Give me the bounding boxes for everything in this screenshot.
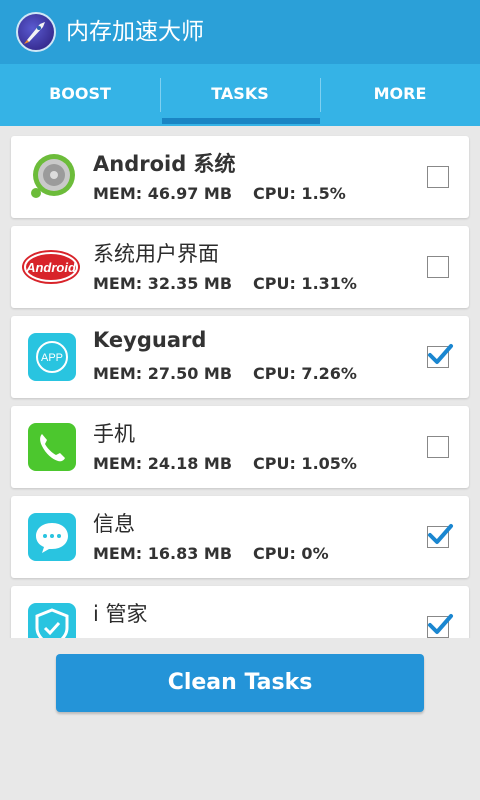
svg-text:APP: APP	[41, 352, 63, 364]
task-item[interactable]: 信息 MEM: 16.83 MB CPU: 0%	[11, 496, 469, 578]
bottom-bar: Clean Tasks	[0, 638, 480, 800]
shield-check-icon	[27, 602, 77, 638]
tab-tasks[interactable]: TASKS	[160, 64, 320, 126]
android-system-icon	[27, 152, 77, 202]
task-cpu: CPU: 0%	[253, 544, 329, 563]
app-icon: APP	[27, 332, 77, 382]
task-item[interactable]: i 管家	[11, 586, 469, 638]
task-cpu: CPU: 7.26%	[253, 364, 357, 383]
checkmark-icon	[428, 344, 453, 364]
task-name: Keyguard	[93, 328, 207, 352]
task-cpu: CPU: 1.05%	[253, 454, 357, 473]
checkmark-icon	[428, 524, 453, 544]
task-name: Android 系统	[93, 152, 236, 176]
task-cpu: CPU: 1.5%	[253, 184, 346, 203]
task-name: 系统用户界面	[93, 242, 219, 266]
tab-bar: BOOST TASKS MORE	[0, 64, 480, 126]
task-name: 信息	[93, 512, 135, 536]
task-list[interactable]: Android 系统 MEM: 46.97 MB CPU: 1.5% Andro…	[0, 126, 480, 638]
task-item[interactable]: Android 系统用户界面 MEM: 32.35 MB CPU: 1.31%	[11, 226, 469, 308]
tab-more[interactable]: MORE	[320, 64, 480, 126]
task-checkbox[interactable]	[427, 614, 453, 638]
task-mem: MEM: 24.18 MB	[93, 454, 233, 473]
task-name: i 管家	[93, 602, 148, 626]
task-checkbox[interactable]	[427, 436, 449, 458]
task-checkbox[interactable]	[427, 256, 449, 278]
task-cpu: CPU: 1.31%	[253, 274, 357, 293]
task-item[interactable]: Android 系统 MEM: 46.97 MB CPU: 1.5%	[11, 136, 469, 218]
task-checkbox[interactable]	[427, 344, 453, 368]
svg-text:Android: Android	[25, 260, 77, 275]
checkmark-icon	[428, 614, 453, 634]
task-name: 手机	[93, 422, 135, 446]
task-item[interactable]: APP Keyguard MEM: 27.50 MB CPU: 7.26%	[11, 316, 469, 398]
clean-tasks-button[interactable]: Clean Tasks	[56, 654, 424, 712]
task-checkbox[interactable]	[427, 524, 453, 548]
task-item[interactable]: 手机 MEM: 24.18 MB CPU: 1.05%	[11, 406, 469, 488]
task-checkbox[interactable]	[427, 166, 449, 188]
rocket-app-icon	[16, 12, 56, 52]
title-bar: 内存加速大师	[0, 0, 480, 64]
tab-boost[interactable]: BOOST	[0, 64, 160, 126]
app-title: 内存加速大师	[66, 19, 204, 45]
task-mem: MEM: 16.83 MB	[93, 544, 233, 563]
phone-icon	[27, 422, 77, 472]
message-icon	[27, 512, 77, 562]
task-mem: MEM: 27.50 MB	[93, 364, 233, 383]
android-logo-icon: Android	[22, 242, 80, 292]
task-mem: MEM: 46.97 MB	[93, 184, 233, 203]
task-mem: MEM: 32.35 MB	[93, 274, 233, 293]
active-tab-indicator	[162, 118, 320, 124]
